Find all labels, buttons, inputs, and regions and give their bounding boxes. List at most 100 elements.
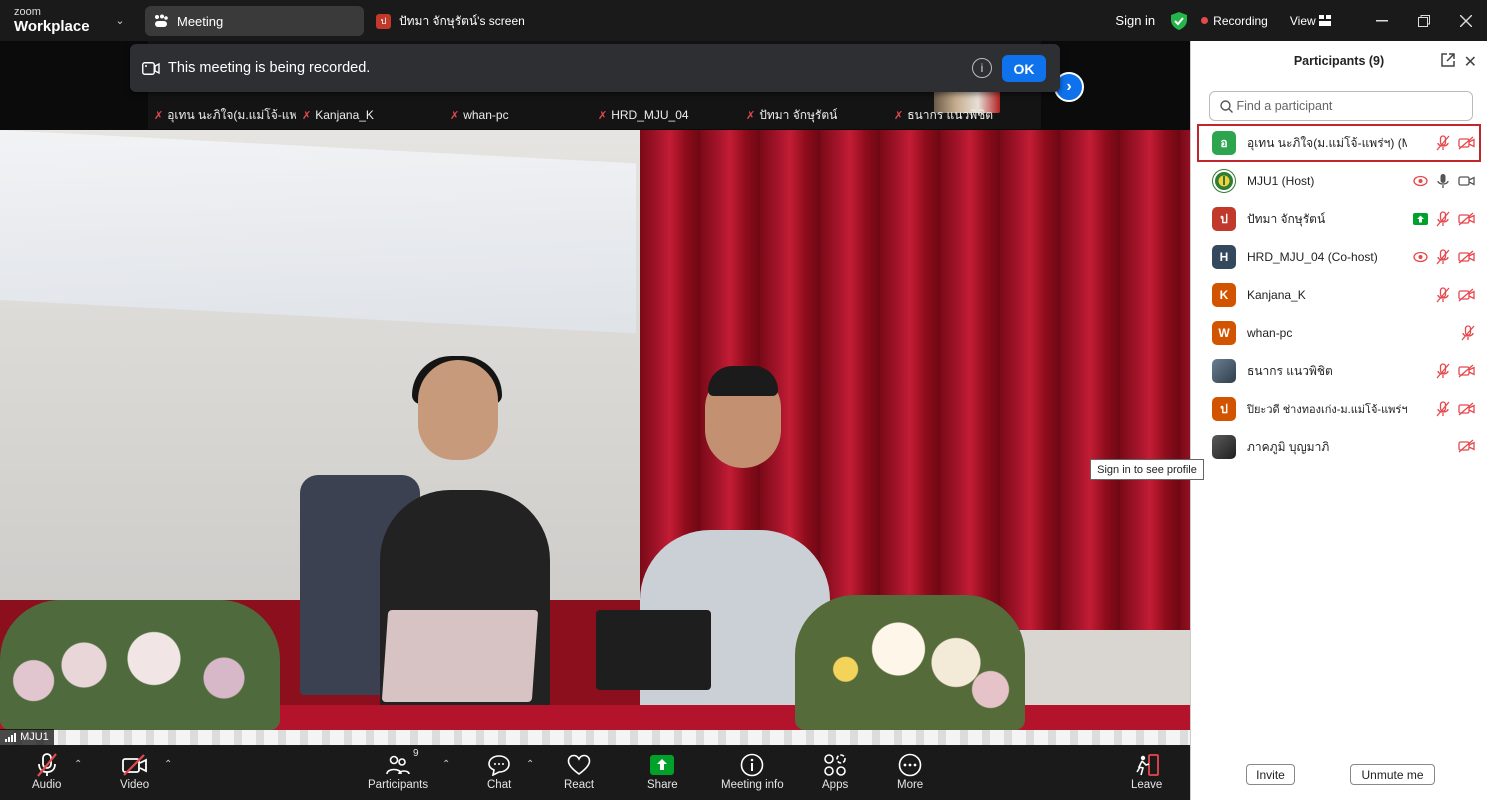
mic-muted-icon[interactable]	[1436, 287, 1450, 303]
strip-participant[interactable]: ✗ HRD_MJU_04	[592, 105, 740, 125]
mic-muted-icon[interactable]	[1436, 249, 1450, 265]
video-button[interactable]: Video	[120, 751, 149, 791]
tab-meeting[interactable]: Meeting	[145, 6, 364, 36]
video-off-icon[interactable]	[1458, 212, 1475, 226]
participant-search[interactable]	[1209, 91, 1473, 121]
restore-icon	[1418, 14, 1430, 27]
meeting-icon	[155, 14, 168, 27]
video-name-tag: MJU1	[0, 729, 54, 745]
record-dot-icon	[1201, 17, 1209, 24]
projector-screen	[0, 130, 636, 334]
share-button[interactable]: Share	[647, 751, 678, 791]
view-button[interactable]: View	[1290, 14, 1331, 28]
mic-muted-icon[interactable]	[1436, 363, 1450, 379]
participants-panel: Participants (9) ✕ อ อุเทน นะภิใจ(ม.แม่โ…	[1190, 41, 1487, 800]
video-off-icon[interactable]	[1458, 364, 1475, 378]
close-window-button[interactable]	[1445, 0, 1487, 41]
participants-button[interactable]: 9 Participants	[368, 748, 428, 791]
video-off-icon[interactable]	[1458, 288, 1475, 302]
participant-row[interactable]: ธนากร แนวพิชิต	[1191, 352, 1487, 390]
video-off-icon[interactable]	[1458, 136, 1475, 150]
strip-participant[interactable]: ✗ ปัทมา จักษุรัตน์	[740, 105, 888, 125]
chat-options-caret[interactable]: ⌃	[526, 759, 534, 770]
chat-icon	[488, 755, 510, 776]
minimize-button[interactable]	[1361, 0, 1403, 41]
mic-muted-icon: ✗	[894, 109, 904, 122]
mic-on-icon[interactable]	[1436, 173, 1450, 189]
recording-icon	[1413, 175, 1428, 187]
recording-indicator[interactable]: Recording	[1201, 14, 1268, 28]
video-on-icon[interactable]	[1458, 174, 1475, 188]
unmute-me-button[interactable]: Unmute me	[1350, 764, 1435, 785]
more-button[interactable]: More	[897, 751, 923, 791]
shield-icon[interactable]	[1171, 11, 1188, 30]
mic-muted-icon[interactable]	[1436, 401, 1450, 417]
ok-button[interactable]: OK	[1002, 55, 1046, 82]
video-off-icon[interactable]	[1458, 250, 1475, 264]
participants-icon	[386, 755, 410, 775]
mic-muted-icon: ✗	[302, 109, 312, 122]
close-panel-icon[interactable]: ✕	[1464, 52, 1477, 72]
chevron-right-icon: ›	[1066, 78, 1072, 95]
chat-button[interactable]: Chat	[487, 751, 511, 791]
tab-shared-screen[interactable]: ป ปัทมา จักษุรัตน์'s screen	[376, 6, 525, 36]
restore-button[interactable]	[1403, 0, 1445, 41]
avatar: ป	[376, 13, 391, 29]
participant-list: อ อุเทน นะภิใจ(ม.แม่โจ้-แพร่ฯ) (Me) MJU1…	[1191, 124, 1487, 466]
participant-row[interactable]: MJU1 (Host)	[1191, 162, 1487, 200]
participant-row[interactable]: H HRD_MJU_04 (Co-host)	[1191, 238, 1487, 276]
mic-muted-icon	[36, 753, 57, 777]
video-speaker-1-head	[418, 360, 498, 460]
pop-out-icon[interactable]	[1441, 53, 1455, 67]
video-tablecloth	[0, 730, 1190, 745]
avatar: H	[1212, 245, 1236, 269]
sharing-screen-icon	[1413, 213, 1428, 225]
chevron-down-icon[interactable]: ⌄	[100, 14, 140, 27]
meeting-info-button[interactable]: Meeting info	[721, 751, 784, 791]
participant-row[interactable]: ป ปัทมา จักษุรัตน์	[1191, 200, 1487, 238]
mic-muted-icon[interactable]	[1461, 325, 1475, 341]
avatar: ป	[1212, 207, 1236, 231]
strip-participant[interactable]: ✗ ธนากร แนวพิชิต	[888, 105, 1036, 125]
mic-muted-icon[interactable]	[1436, 135, 1450, 151]
video-off-icon[interactable]	[1458, 439, 1475, 453]
search-input[interactable]	[1236, 99, 1467, 113]
strip-participant[interactable]: ✗ อุเทน นะภิใจ(ม.แม่โจ้-แพ...	[148, 105, 296, 125]
apps-button[interactable]: Apps	[822, 751, 848, 791]
video-off-icon	[121, 754, 147, 776]
video-camera-icon	[142, 61, 160, 75]
participant-row[interactable]: K Kanjana_K	[1191, 276, 1487, 314]
avatar: ป	[1212, 397, 1236, 421]
minimize-icon	[1376, 19, 1388, 21]
sign-in-link[interactable]: Sign in	[1115, 13, 1155, 28]
video-flowers-2	[795, 595, 1025, 730]
leave-button[interactable]: Leave	[1131, 751, 1162, 791]
mju-logo-icon	[1215, 172, 1233, 190]
audio-button[interactable]: Audio	[32, 751, 61, 791]
strip-participant[interactable]: ✗ Kanjana_K	[296, 105, 444, 125]
react-button[interactable]: React	[564, 751, 594, 791]
search-icon	[1220, 99, 1233, 113]
signal-icon	[5, 732, 16, 742]
participant-row[interactable]: ภาคภูมิ บุญมาภิ	[1191, 428, 1487, 466]
strip-participant[interactable]: ✗ whan-pc	[444, 105, 592, 125]
video-laptop-2	[596, 610, 711, 690]
video-off-icon[interactable]	[1458, 402, 1475, 416]
invite-button[interactable]: Invite	[1246, 764, 1295, 785]
main-video[interactable]: MJU1	[0, 130, 1190, 745]
audio-options-caret[interactable]: ⌃	[74, 759, 82, 770]
close-icon	[1460, 14, 1472, 27]
participant-row-me[interactable]: อ อุเทน นะภิใจ(ม.แม่โจ้-แพร่ฯ) (Me)	[1197, 124, 1481, 162]
mic-muted-icon: ✗	[450, 109, 460, 122]
mic-muted-icon[interactable]	[1436, 211, 1450, 227]
share-screen-icon	[650, 755, 675, 775]
heart-icon	[567, 754, 591, 775]
mic-muted-icon: ✗	[598, 109, 608, 122]
participant-row[interactable]: W whan-pc	[1191, 314, 1487, 352]
meeting-toolbar: Audio ⌃ Video ⌃ 9 Participants ⌃ Chat ⌃ …	[0, 745, 1190, 800]
video-options-caret[interactable]: ⌃	[164, 759, 172, 770]
info-icon[interactable]: i	[972, 58, 992, 78]
recording-banner: This meeting is being recorded. i OK	[130, 44, 1060, 92]
participants-options-caret[interactable]: ⌃	[442, 759, 450, 770]
participant-row[interactable]: ป ปิยะวดี ช่างทองเก่ง-ม.แม่โจ้-แพร่ฯ	[1191, 390, 1487, 428]
